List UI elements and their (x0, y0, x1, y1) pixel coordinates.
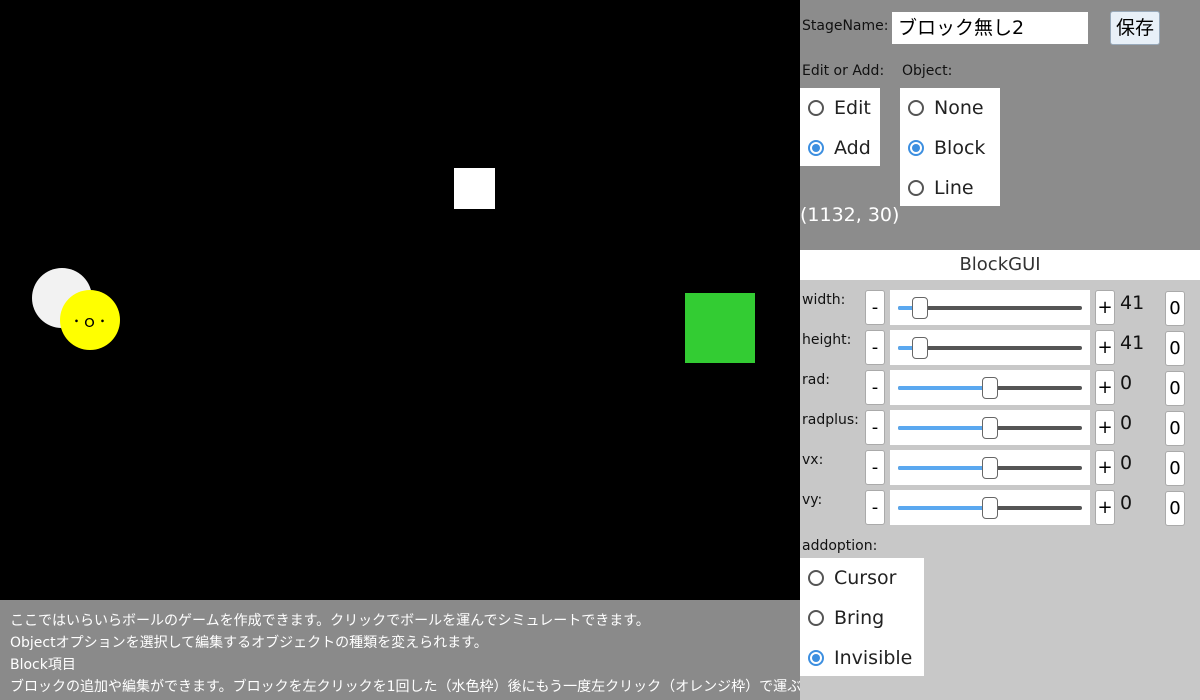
slider-row: width: - +41 0 (800, 280, 1200, 326)
slider-label: vy: (802, 492, 823, 508)
slider-track (898, 297, 1082, 319)
slider-row: radplus: - +0 0 (800, 400, 1200, 446)
radio-invisible[interactable]: Invisible (800, 638, 924, 678)
radio-label: Edit (834, 97, 871, 119)
help-line: Block項目 (10, 657, 76, 673)
slider-track (898, 377, 1082, 399)
slider-label: width: (802, 292, 846, 308)
slider-fill (898, 386, 990, 390)
radio-selected-icon (808, 140, 824, 156)
radio-label: None (934, 97, 984, 119)
slider-fill (898, 466, 990, 470)
radio-icon (808, 610, 824, 626)
help-line: Objectオプションを選択して編集するオブジェクトの種類を変えられます。 (10, 635, 488, 651)
game-canvas[interactable]: ･ｏ･ (0, 0, 800, 600)
slider-fill (898, 506, 990, 510)
slider-track (898, 417, 1082, 439)
slider-value: 0 (1120, 452, 1133, 474)
radio-selected-icon (808, 650, 824, 666)
slider-value: 0 (1120, 412, 1133, 434)
help-line: ブロックの追加や編集ができます。ブロックを左クリックを1回した（水色枠）後にもう… (10, 679, 900, 695)
ball-face: ･ｏ･ (72, 312, 108, 331)
radio-label: Cursor (834, 567, 897, 589)
radio-block[interactable]: Block (900, 128, 1000, 168)
slider-row: vy: - +0 0 (800, 480, 1200, 526)
object-group: None Block Line (900, 88, 1000, 206)
addoption-label: addoption: (802, 538, 878, 554)
slider-value: 0 (1120, 492, 1133, 514)
object-label: Object: (902, 63, 953, 79)
help-text-panel: ここではいらいらボールのゲームを作成できます。クリックでボールを運んでシミュレー… (0, 600, 900, 700)
save-button[interactable]: 保存 (1110, 11, 1160, 45)
slider-thumb[interactable] (982, 377, 998, 399)
slider-fill (898, 426, 990, 430)
block-white[interactable] (454, 168, 495, 209)
stage-name-label: StageName: (802, 18, 889, 34)
slider-track (898, 457, 1082, 479)
radio-icon (808, 570, 824, 586)
slider-label: vx: (802, 452, 824, 468)
radio-icon (908, 100, 924, 116)
slider-row: rad: - +0 0 (800, 360, 1200, 406)
slider-thumb[interactable] (912, 337, 929, 359)
slider-thumb[interactable] (982, 457, 998, 479)
help-line: ここではいらいらボールのゲームを作成できます。クリックでボールを運んでシミュレー… (10, 613, 650, 629)
player-ball[interactable]: ･ｏ･ (60, 290, 120, 350)
radio-none[interactable]: None (900, 88, 1000, 128)
radio-label: Add (834, 137, 871, 159)
slider-row: vx: - +0 0 (800, 440, 1200, 486)
radio-selected-icon (908, 140, 924, 156)
slider-thumb[interactable] (982, 497, 998, 519)
edit-or-add-group: Edit Add (800, 88, 880, 166)
slider-track (898, 337, 1082, 359)
slider-thumb[interactable] (982, 417, 998, 439)
decrement-button[interactable]: - (865, 490, 885, 525)
slider-thumb[interactable] (912, 297, 929, 319)
cursor-coordinates: (1132, 30) (800, 204, 900, 226)
slider-value: 41 (1120, 292, 1145, 314)
slider-value: 0 (1120, 372, 1133, 394)
radio-label: Invisible (834, 647, 913, 669)
slider-label: rad: (802, 372, 830, 388)
slider-row: height: - +41 0 (800, 320, 1200, 366)
radio-label: Block (934, 137, 986, 159)
block-goal[interactable] (685, 293, 755, 363)
stage-name-input[interactable]: ブロック無し2 (892, 12, 1088, 44)
radio-cursor[interactable]: Cursor (800, 558, 924, 598)
slider-label: height: (802, 332, 852, 348)
radio-line[interactable]: Line (900, 168, 1000, 208)
radio-label: Line (934, 177, 974, 199)
radio-add[interactable]: Add (800, 128, 880, 168)
slider-track (898, 497, 1082, 519)
slider-value: 41 (1120, 332, 1145, 354)
edit-or-add-label: Edit or Add: (802, 63, 885, 79)
radio-icon (908, 180, 924, 196)
addoption-group: Cursor Bring Invisible (800, 558, 924, 676)
increment-button[interactable]: + (1095, 490, 1115, 525)
radio-edit[interactable]: Edit (800, 88, 880, 128)
block-gui-title: BlockGUI (800, 250, 1200, 280)
radio-bring[interactable]: Bring (800, 598, 924, 638)
slider-label: radplus: (802, 412, 859, 428)
radio-icon (808, 100, 824, 116)
slider[interactable] (890, 490, 1090, 525)
radio-label: Bring (834, 607, 885, 629)
reset-button[interactable]: 0 (1165, 491, 1185, 526)
